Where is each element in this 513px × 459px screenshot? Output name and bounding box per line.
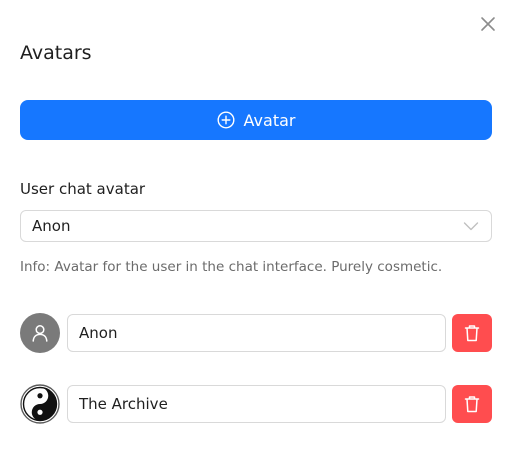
avatar-name-input[interactable] bbox=[67, 385, 446, 423]
avatar-row bbox=[20, 313, 492, 353]
dialog-title: Avatars bbox=[20, 42, 92, 64]
add-avatar-label: Avatar bbox=[243, 110, 296, 130]
delete-avatar-button[interactable] bbox=[452, 385, 492, 423]
trash-icon bbox=[464, 396, 480, 413]
avatar-name-input[interactable] bbox=[67, 314, 446, 352]
user-chat-avatar-label: User chat avatar bbox=[20, 180, 146, 198]
avatar[interactable] bbox=[20, 313, 60, 353]
plus-circle-icon bbox=[217, 111, 235, 129]
delete-avatar-button[interactable] bbox=[452, 314, 492, 352]
avatar-row bbox=[20, 384, 492, 424]
chevron-down-icon bbox=[463, 222, 479, 231]
select-value: Anon bbox=[32, 217, 71, 235]
trash-icon bbox=[464, 325, 480, 342]
yin-yang-icon bbox=[20, 384, 60, 424]
user-icon bbox=[32, 325, 48, 342]
close-button[interactable] bbox=[478, 14, 498, 34]
add-avatar-button[interactable]: Avatar bbox=[20, 100, 492, 140]
user-avatar-info-text: Info: Avatar for the user in the chat in… bbox=[20, 259, 443, 275]
close-icon bbox=[481, 17, 495, 31]
avatar[interactable] bbox=[20, 384, 60, 424]
user-chat-avatar-select[interactable]: Anon bbox=[20, 210, 492, 242]
